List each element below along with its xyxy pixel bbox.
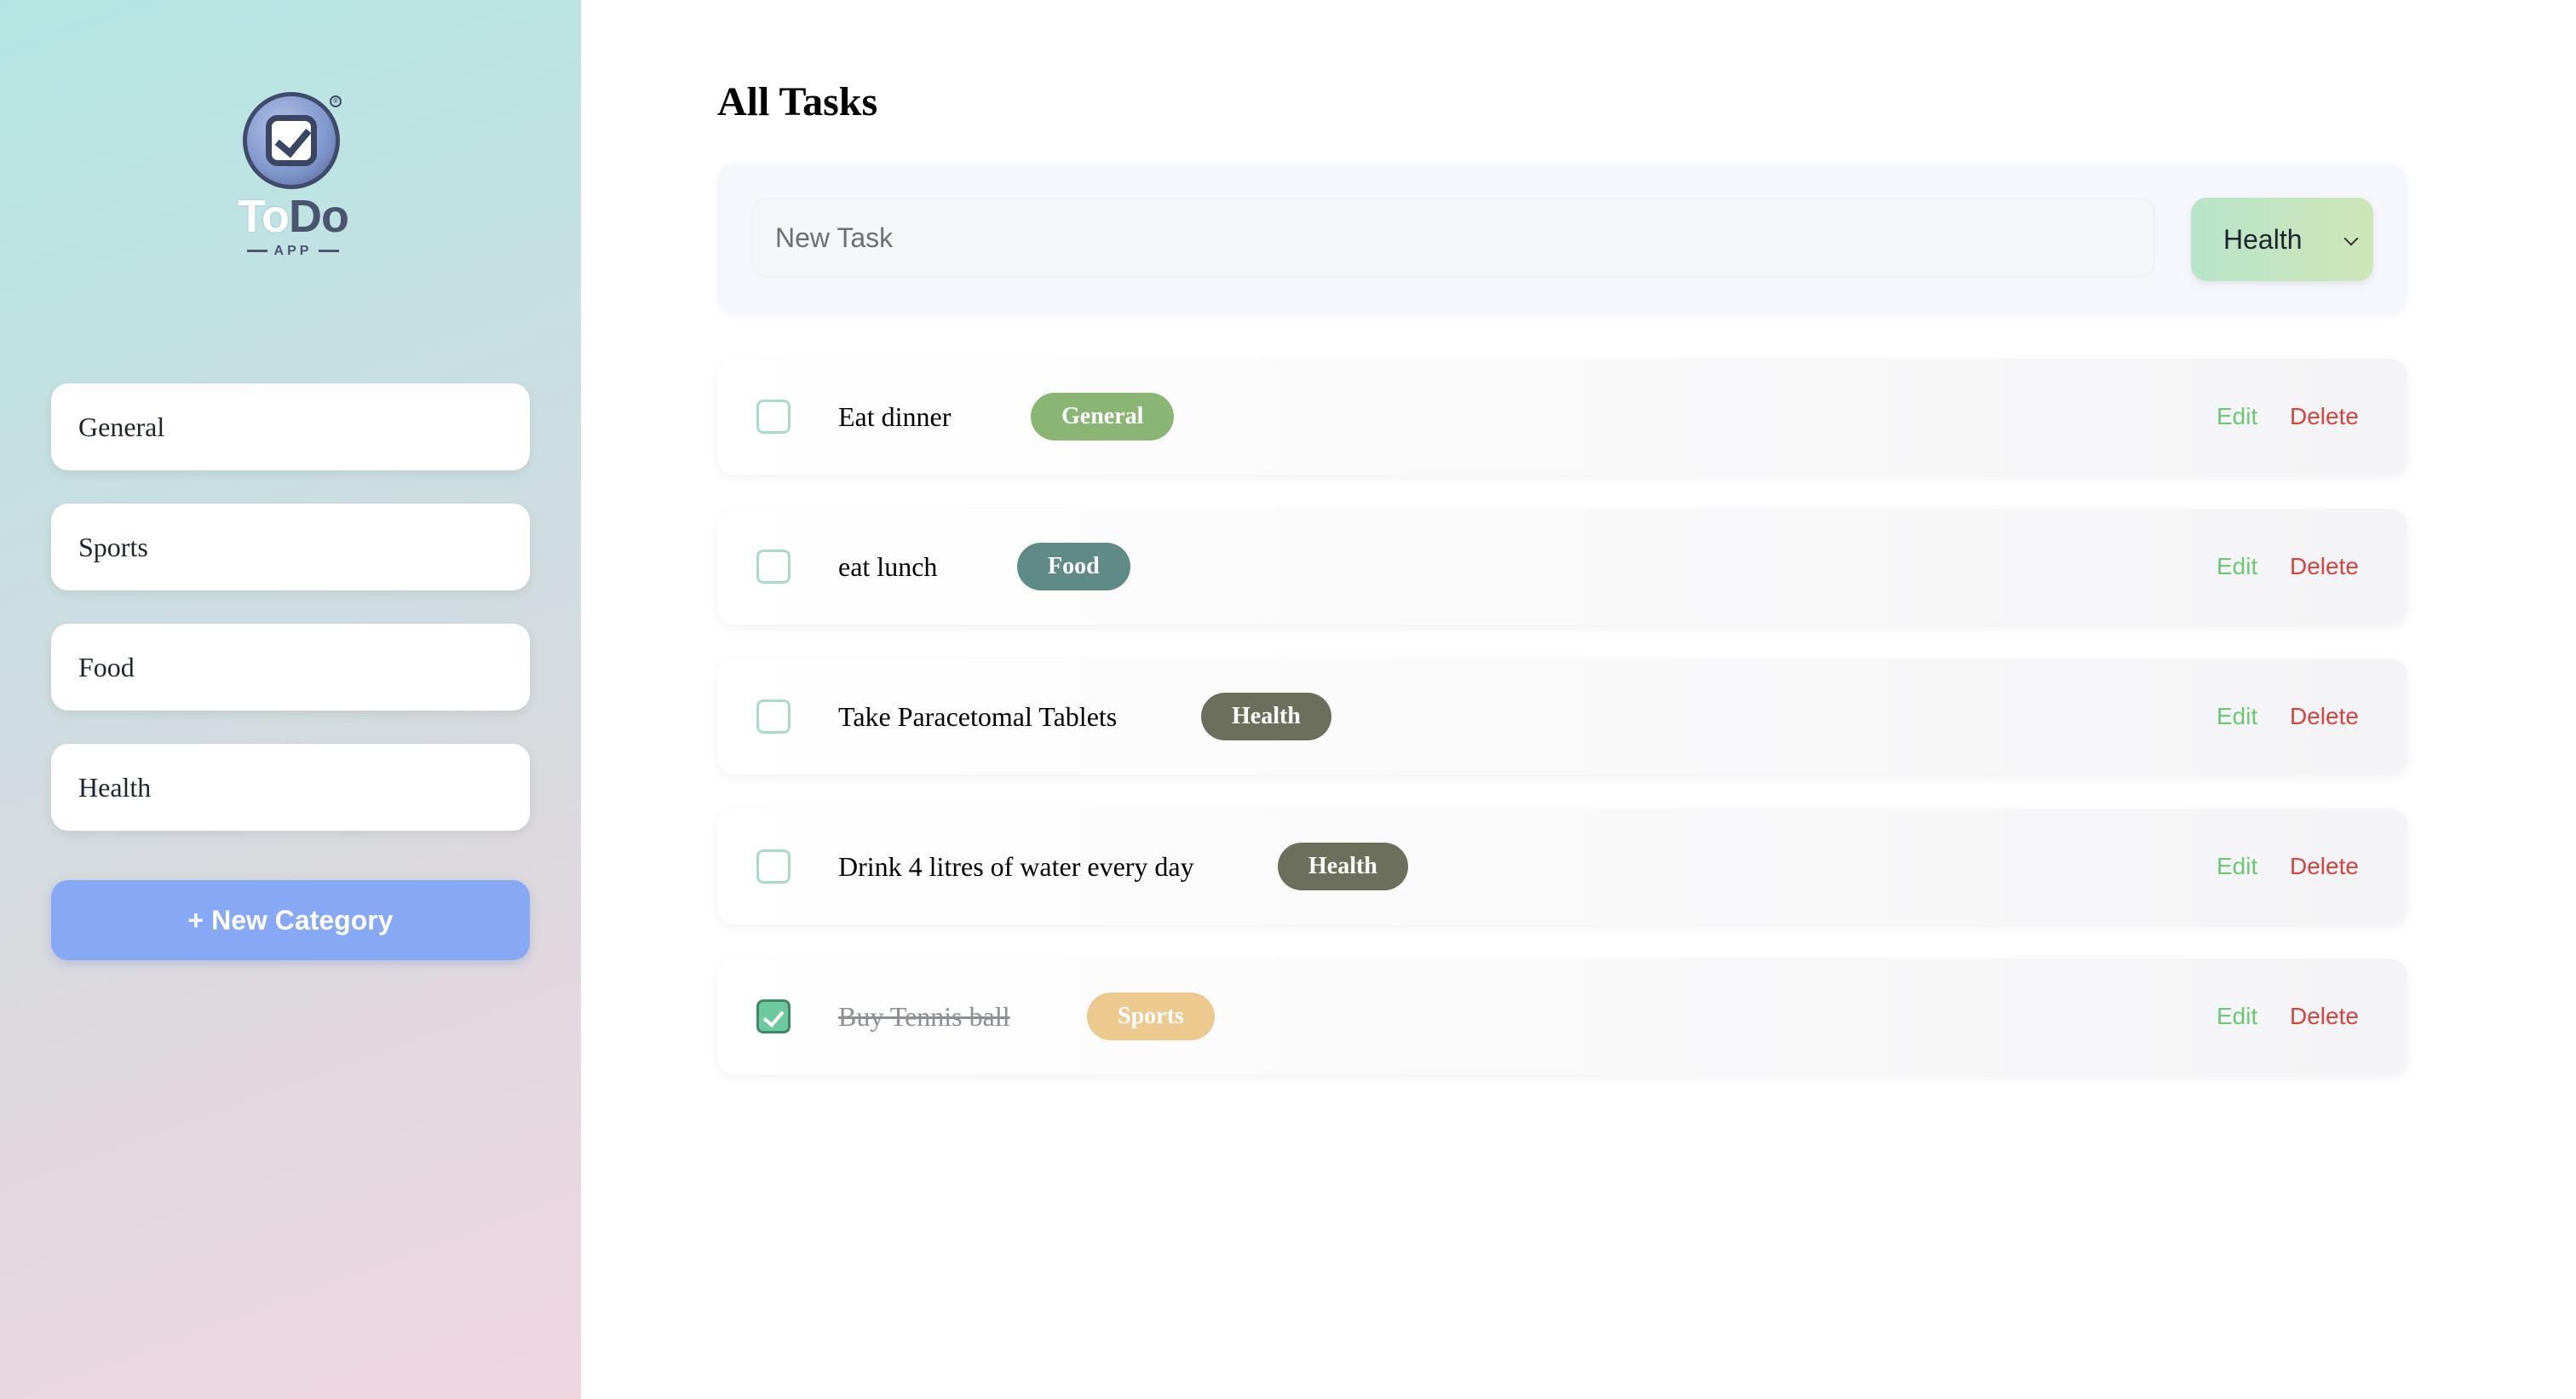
delete-button[interactable]: Delete xyxy=(2290,359,2359,475)
logo-badge xyxy=(243,92,340,189)
category-badge: General xyxy=(1031,393,1175,440)
task-row: eat lunch Food Edit Delete xyxy=(717,509,2407,625)
task-checkbox[interactable] xyxy=(756,400,791,434)
task-checkbox[interactable] xyxy=(756,550,791,584)
edit-button[interactable]: Edit xyxy=(2217,509,2257,625)
edit-button[interactable]: Edit xyxy=(2217,659,2257,774)
task-text: Eat dinner xyxy=(838,400,952,432)
task-row: Drink 4 litres of water every day Health… xyxy=(717,809,2407,924)
category-select-value: Health xyxy=(2223,223,2303,255)
sidebar-item-general[interactable]: General xyxy=(51,383,530,470)
delete-button[interactable]: Delete xyxy=(2290,959,2359,1074)
new-category-button[interactable]: + New Category xyxy=(51,880,530,960)
task-row: Eat dinner General Edit Delete xyxy=(717,359,2407,475)
logo-word-do: Do xyxy=(288,191,349,242)
app-logo: ® ToDo APP xyxy=(229,92,357,262)
task-text: Buy Tennis ball xyxy=(838,1000,1010,1032)
task-checkbox[interactable] xyxy=(756,700,791,734)
edit-button[interactable]: Edit xyxy=(2217,959,2257,1074)
task-text: eat lunch xyxy=(838,550,938,582)
category-select[interactable]: Health xyxy=(2191,198,2373,281)
category-badge: Health xyxy=(1278,843,1408,890)
logo-wordmark: ToDo xyxy=(229,193,357,240)
category-badge: Health xyxy=(1201,693,1331,740)
sidebar-item-sports[interactable]: Sports xyxy=(51,504,530,590)
todo-check-icon xyxy=(266,115,317,166)
task-text: Take Paracetomal Tablets xyxy=(838,700,1118,732)
delete-button[interactable]: Delete xyxy=(2290,509,2359,625)
logo-subtitle: APP xyxy=(229,244,357,259)
page-title: All Tasks xyxy=(717,79,878,124)
category-badge: Food xyxy=(1017,543,1130,590)
delete-button[interactable]: Delete xyxy=(2290,659,2359,774)
sidebar-item-food[interactable]: Food xyxy=(51,624,530,711)
delete-button[interactable]: Delete xyxy=(2290,809,2359,924)
sidebar: ® ToDo APP General Sports Food Health + … xyxy=(0,0,581,1399)
task-row: Buy Tennis ball Sports Edit Delete xyxy=(717,959,2407,1074)
sidebar-item-label: General xyxy=(78,411,165,442)
chevron-down-icon xyxy=(2343,231,2359,246)
edit-button[interactable]: Edit xyxy=(2217,359,2257,475)
sidebar-item-label: Health xyxy=(78,771,152,803)
edit-button[interactable]: Edit xyxy=(2217,809,2257,924)
sidebar-item-label: Food xyxy=(78,651,135,682)
task-row: Take Paracetomal Tablets Health Edit Del… xyxy=(717,659,2407,774)
task-checkbox-checked[interactable] xyxy=(756,999,791,1033)
task-text: Drink 4 litres of water every day xyxy=(838,850,1194,882)
task-checkbox[interactable] xyxy=(756,849,791,884)
registered-mark: ® xyxy=(330,95,342,107)
add-task-panel: Health xyxy=(717,164,2407,315)
new-task-input[interactable] xyxy=(751,198,2155,278)
sidebar-item-health[interactable]: Health xyxy=(51,744,530,831)
category-badge: Sports xyxy=(1087,993,1215,1040)
logo-word-to: To xyxy=(238,191,290,242)
sidebar-item-label: Sports xyxy=(78,531,148,562)
